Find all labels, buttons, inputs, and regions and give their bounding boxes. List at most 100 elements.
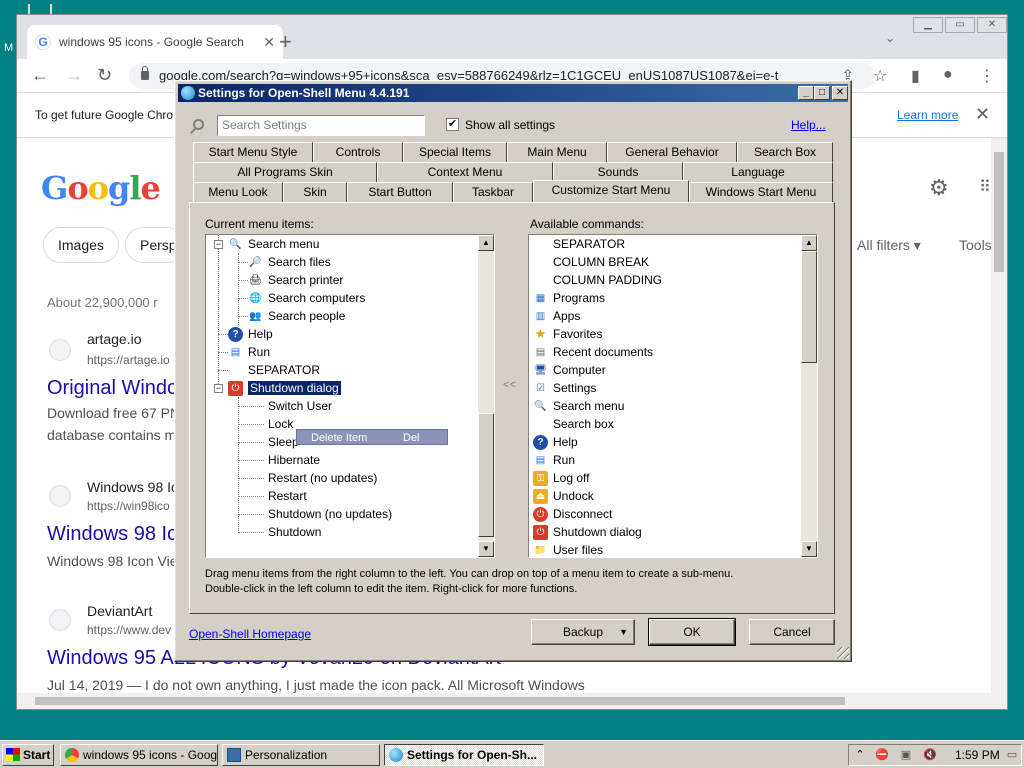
available-commands-list[interactable]: SEPARATOR COLUMN BREAK COLUMN PADDING ▦ P… <box>528 234 818 558</box>
side-panel-icon[interactable]: ▮ <box>911 66 920 86</box>
learn-more-link[interactable]: Learn more <box>897 108 958 122</box>
cancel-button[interactable]: Cancel <box>749 619 835 645</box>
taskbar-button-settings[interactable]: Settings for Open-Sh... <box>384 744 544 766</box>
command-disconnect[interactable]: ⏻ Disconnect <box>533 505 612 523</box>
collapse-toggle-icon[interactable]: − <box>214 384 223 393</box>
scroll-up-icon[interactable]: ▲ <box>801 235 817 251</box>
network-icon[interactable]: ⛔ <box>875 748 889 762</box>
command-user-files[interactable]: 📁 User files <box>533 541 603 557</box>
tree-item-hibernate[interactable]: Hibernate <box>268 451 320 469</box>
tab-taskbar[interactable]: Taskbar <box>453 182 533 202</box>
result-site[interactable]: DeviantArt <box>87 603 152 619</box>
tab-sounds[interactable]: Sounds <box>553 162 683 182</box>
open-shell-homepage-link[interactable]: Open-Shell Homepage <box>189 627 311 641</box>
tab-search-box[interactable]: Search Box <box>737 142 833 162</box>
bookmark-star-icon[interactable]: ☆ <box>873 66 887 86</box>
command-undock[interactable]: ⏏ Undock <box>533 487 594 505</box>
show-all-settings-label[interactable]: Show all settings <box>465 118 555 132</box>
available-commands-scrollbar[interactable]: ▲ ▼ <box>801 235 817 557</box>
command-column-break[interactable]: COLUMN BREAK <box>533 253 649 271</box>
tab-start-menu-style[interactable]: Start Menu Style <box>193 142 313 162</box>
tree-item-search-printer[interactable]: 🖨 Search printer <box>248 271 343 289</box>
command-log-off[interactable]: ⚿ Log off <box>533 469 589 487</box>
tools-link[interactable]: Tools <box>959 237 992 253</box>
tab-all-programs-skin[interactable]: All Programs Skin <box>193 162 377 182</box>
reload-icon[interactable]: ↻ <box>97 65 112 86</box>
tree-item-search-people[interactable]: 👥 Search people <box>248 307 345 325</box>
taskbar-button-chrome[interactable]: windows 95 icons - Googl... <box>60 744 218 766</box>
tab-menu-look[interactable]: Menu Look <box>193 182 283 202</box>
tab-windows-start-menu[interactable]: Windows Start Menu <box>689 182 833 202</box>
maximize-icon[interactable]: ▭ <box>945 17 975 33</box>
tab-language[interactable]: Language <box>683 162 833 182</box>
gear-icon[interactable]: ⚙ <box>929 175 949 201</box>
tree-item-search-files[interactable]: 🔎 Search files <box>248 253 330 271</box>
resize-grip[interactable] <box>837 647 849 659</box>
tree-item-help[interactable]: ? Help <box>228 325 273 343</box>
close-window-icon[interactable]: ✕ <box>977 17 1007 33</box>
taskbar-button-personalization[interactable]: Personalization <box>222 744 380 766</box>
collapse-toggle-icon[interactable]: − <box>214 240 223 249</box>
backup-button[interactable]: Backup ▼ <box>531 619 635 645</box>
tree-item-separator[interactable]: SEPARATOR <box>228 361 320 379</box>
tree-item-lock[interactable]: Lock <box>268 415 293 433</box>
result-site[interactable]: artage.io <box>87 331 141 347</box>
maximize-icon[interactable]: □ <box>814 86 830 100</box>
start-button[interactable]: Start <box>2 744 54 766</box>
search-settings-input[interactable]: Search Settings <box>217 115 425 136</box>
apps-grid-icon[interactable]: ⠿ <box>979 177 991 197</box>
tree-item-restart-no-updates[interactable]: Restart (no updates) <box>268 469 377 487</box>
clock[interactable]: 1:59 PM <box>955 748 1000 762</box>
result-title[interactable]: Original Windo <box>47 377 178 400</box>
new-tab-icon[interactable]: + <box>279 29 292 55</box>
scrollbar-thumb[interactable] <box>478 413 494 537</box>
tab-controls[interactable]: Controls <box>313 142 403 162</box>
command-shutdown-dialog[interactable]: ⏻ Shutdown dialog <box>533 523 642 541</box>
scrollbar-thumb[interactable] <box>801 251 817 363</box>
chip-images[interactable]: Images <box>43 227 119 263</box>
current-items-scrollbar[interactable]: ▲ ▼ <box>478 235 494 557</box>
tree-item-shutdown-dialog[interactable]: ⏻ Shutdown dialog <box>228 379 342 397</box>
result-title[interactable]: Windows 98 Ic <box>47 523 177 546</box>
command-apps[interactable]: ▥ Apps <box>533 307 581 325</box>
tree-item-restart[interactable]: Restart <box>268 487 307 505</box>
page-vertical-scrollbar[interactable] <box>991 138 1007 696</box>
tab-start-button[interactable]: Start Button <box>347 182 453 202</box>
scrollbar-thumb[interactable] <box>35 697 845 705</box>
command-help[interactable]: ? Help <box>533 433 578 451</box>
tree-item-shutdown-no-updates[interactable]: Shutdown (no updates) <box>268 505 392 523</box>
show-all-settings-checkbox[interactable]: ✔ <box>446 118 459 131</box>
infobar-close-icon[interactable]: ✕ <box>975 104 990 125</box>
menu-kebab-icon[interactable]: ⋮ <box>979 66 995 86</box>
tab-main-menu[interactable]: Main Menu <box>507 142 607 162</box>
command-run[interactable]: ▤ Run <box>533 451 575 469</box>
command-separator[interactable]: SEPARATOR <box>533 235 625 253</box>
safely-remove-icon[interactable]: ▣ <box>899 748 913 762</box>
minimize-icon[interactable]: _ <box>798 86 814 100</box>
command-recent-documents[interactable]: ▤ Recent documents <box>533 343 653 361</box>
command-search-menu[interactable]: 🔍 Search menu <box>533 397 624 415</box>
tree-item-search-computers[interactable]: 🌐 Search computers <box>248 289 365 307</box>
show-desktop-icon[interactable]: ▭ <box>1005 748 1019 762</box>
profile-avatar-icon[interactable]: ● <box>943 66 953 84</box>
tab-context-menu[interactable]: Context Menu <box>377 162 553 182</box>
page-horizontal-scrollbar[interactable] <box>17 693 1007 709</box>
close-icon[interactable]: ✕ <box>832 86 848 100</box>
tab-skin[interactable]: Skin <box>283 182 347 202</box>
tree-item-shutdown[interactable]: Shutdown <box>268 523 321 541</box>
scroll-down-icon[interactable]: ▼ <box>478 541 494 557</box>
tab-general-behavior[interactable]: General Behavior <box>607 142 737 162</box>
command-favorites[interactable]: ★ Favorites <box>533 325 603 343</box>
command-computer[interactable]: 🖥 Computer <box>533 361 606 379</box>
back-arrow-icon[interactable]: ← <box>31 65 49 86</box>
command-programs[interactable]: ▦ Programs <box>533 289 605 307</box>
tab-search-chevron-icon[interactable]: ⌄ <box>885 31 895 45</box>
tree-item-search-menu[interactable]: 🔍 Search menu <box>228 235 319 253</box>
result-site[interactable]: Windows 98 Ic <box>87 479 178 495</box>
tab-special-items[interactable]: Special Items <box>403 142 507 162</box>
scroll-down-icon[interactable]: ▼ <box>801 541 817 557</box>
close-tab-icon[interactable]: ✕ <box>263 34 275 51</box>
minimize-icon[interactable]: ▁ <box>913 17 943 33</box>
chrome-tab[interactable]: G windows 95 icons - Google Search ✕ <box>27 25 283 59</box>
tree-item-run[interactable]: ▤ Run <box>228 343 270 361</box>
